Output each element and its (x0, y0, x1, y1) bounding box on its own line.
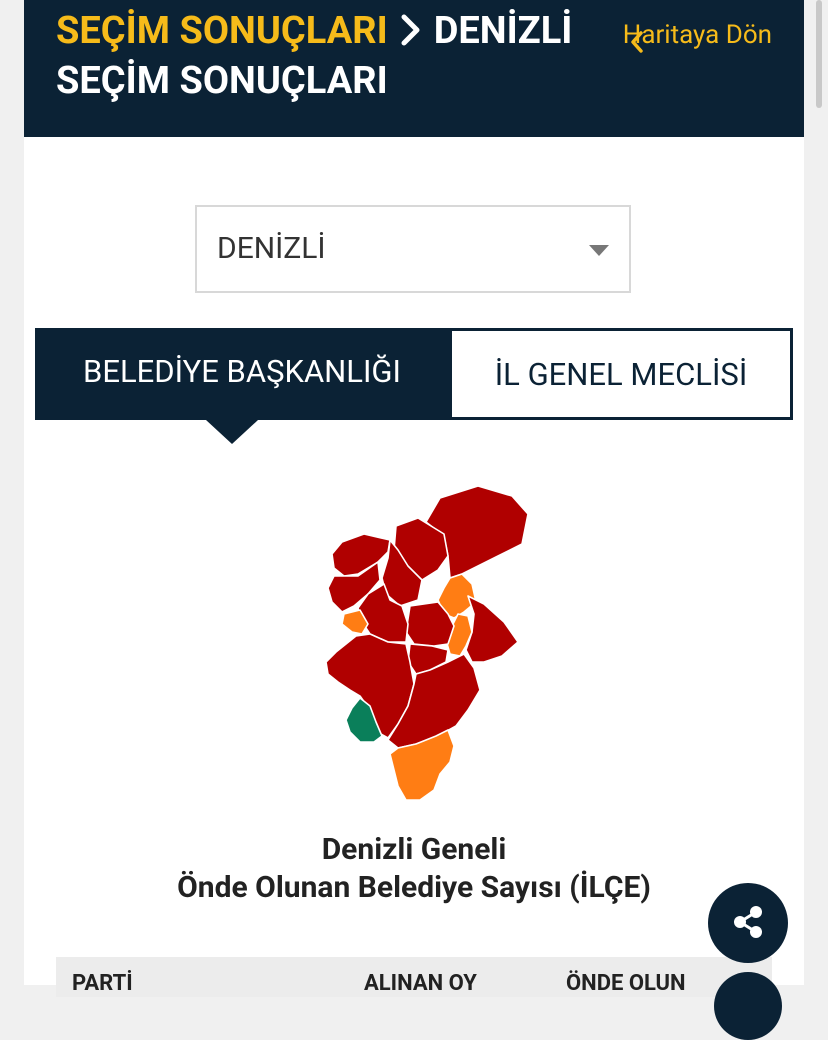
column-onde-olunan: ÖNDE OLUN (566, 971, 686, 996)
dropdown-arrow-icon (589, 245, 609, 256)
chevron-right-icon (388, 6, 434, 56)
share-button[interactable] (708, 883, 788, 963)
breadcrumb-root[interactable]: SEÇİM SONUÇLARI (56, 9, 388, 53)
active-tab-pointer (206, 420, 258, 444)
column-parti: PARTİ (72, 971, 133, 996)
page: SEÇİM SONUÇLARI DENİZLİ SEÇİM SONUÇLARI H… (24, 0, 804, 997)
tab-belediye-baskanligi[interactable]: BELEDİYE BAŞKANLIĞI (35, 328, 449, 420)
page-header: SEÇİM SONUÇLARI DENİZLİ SEÇİM SONUÇLARI H… (24, 0, 804, 137)
share-icon (734, 906, 762, 938)
results-table-header: PARTİ ALINAN OY ÖNDE OLUN (56, 957, 772, 997)
tab-il-genel-meclisi[interactable]: İL GENEL MECLİSİ (449, 328, 793, 420)
chevron-left-icon (630, 24, 644, 66)
back-to-map-link[interactable]: Haritaya Dön (622, 14, 772, 56)
column-alinan-oy: ALINAN OY (364, 971, 477, 996)
district-north-west[interactable] (331, 533, 391, 577)
secondary-fab[interactable] (714, 972, 782, 1040)
breadcrumb-line2: SEÇİM SONUÇLARI (56, 59, 388, 103)
scrollbar[interactable] (816, 0, 822, 108)
district-east[interactable] (465, 595, 519, 663)
province-select[interactable]: DENİZLİ (195, 205, 631, 293)
back-link-label: Haritaya Dön (622, 20, 772, 50)
breadcrumb: SEÇİM SONUÇLARI DENİZLİ SEÇİM SONUÇLARI (56, 6, 616, 106)
district-map (325, 485, 529, 801)
province-select-value: DENİZLİ (217, 231, 326, 266)
breadcrumb-current: DENİZLİ (433, 9, 573, 53)
summary-subtitle: Önde Olunan Belediye Sayısı (İLÇE) (177, 870, 651, 905)
election-type-tabs: BELEDİYE BAŞKANLIĞI İL GENEL MECLİSİ (35, 328, 793, 420)
summary-title: Denizli Geneli (321, 832, 507, 867)
